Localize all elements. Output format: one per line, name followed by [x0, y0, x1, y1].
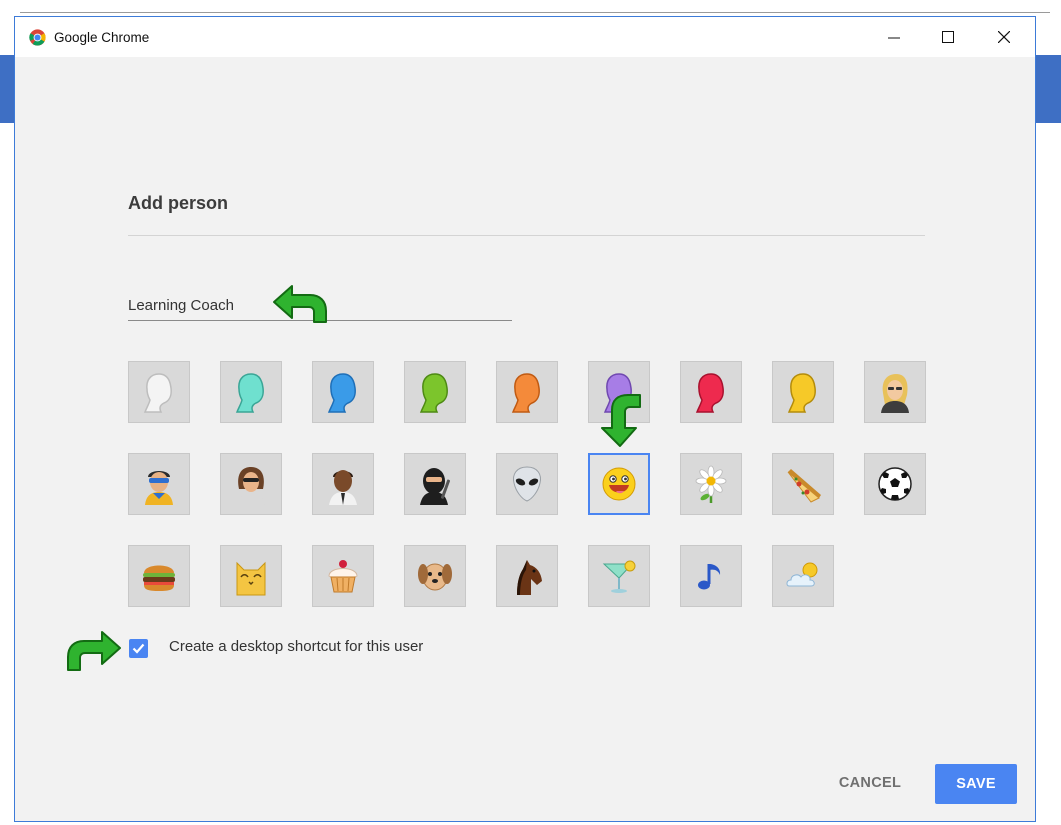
avatar-alien[interactable]: [496, 453, 558, 515]
avatar-generic-teal[interactable]: [220, 361, 282, 423]
title-bar: Google Chrome: [15, 17, 1035, 57]
person-silhouette-yellow-icon: [787, 373, 816, 413]
avatar-generic-blue[interactable]: [312, 361, 374, 423]
avatar-flower[interactable]: [680, 453, 742, 515]
avatar-sun-and-cloud[interactable]: [772, 545, 834, 607]
person-silhouette-orange-icon: [511, 373, 540, 413]
chrome-logo-icon: [29, 29, 46, 46]
avatar-burger[interactable]: [128, 545, 190, 607]
avatar-generic-yellow[interactable]: [772, 361, 834, 423]
cancel-button[interactable]: CANCEL: [825, 765, 915, 801]
avatar-smiley[interactable]: [588, 453, 650, 515]
green-arrow-smiley-annotation-icon: [601, 394, 641, 447]
background-app-strip-left: [0, 55, 14, 123]
ninja-icon: [420, 468, 451, 505]
dog-icon: [418, 563, 452, 591]
avatar-generic-red[interactable]: [680, 361, 742, 423]
horse-icon: [517, 560, 542, 595]
person-silhouette-white-icon: [143, 373, 172, 413]
music-note-icon: [698, 564, 721, 590]
sun-and-cloud-icon: [786, 562, 818, 587]
businessman-icon: [329, 470, 357, 505]
soccer-ball-icon: [878, 467, 912, 501]
avatar-horse[interactable]: [496, 545, 558, 607]
close-button[interactable]: [981, 21, 1027, 53]
cat-icon: [236, 561, 266, 596]
background-window-edge: [20, 12, 1050, 13]
smiley-face-icon: [602, 467, 636, 501]
avatar-cupcake[interactable]: [312, 545, 374, 607]
avatar-cat[interactable]: [220, 545, 282, 607]
avatar-pizza[interactable]: [772, 453, 834, 515]
green-arrow-checkbox-annotation-icon: [67, 631, 121, 671]
pizza-slice-icon: [787, 469, 821, 503]
avatar-generic-orange[interactable]: [496, 361, 558, 423]
businesswoman-icon: [881, 374, 909, 413]
avatar-ninja[interactable]: [404, 453, 466, 515]
save-button[interactable]: SAVE: [935, 764, 1017, 804]
superhero-icon: [145, 471, 173, 505]
person-silhouette-red-icon: [695, 373, 724, 413]
heading-divider: [128, 235, 925, 236]
daisy-flower-icon: [695, 465, 727, 503]
avatar-diva[interactable]: [220, 453, 282, 515]
cupcake-icon: [328, 560, 358, 593]
background-app-strip-right: [1036, 55, 1061, 123]
checkmark-icon: [132, 643, 145, 654]
maximize-icon: [942, 31, 954, 43]
avatar-superhero[interactable]: [128, 453, 190, 515]
person-silhouette-teal-icon: [235, 373, 264, 413]
avatar-dog[interactable]: [404, 545, 466, 607]
diva-icon: [237, 467, 265, 505]
desktop-shortcut-label: Create a desktop shortcut for this user: [169, 638, 424, 655]
green-arrow-name-annotation-icon: [273, 285, 327, 323]
minimize-icon: [888, 37, 900, 39]
avatar-music-note[interactable]: [680, 545, 742, 607]
desktop-shortcut-checkbox[interactable]: [129, 639, 148, 658]
cocktail-glass-icon: [602, 560, 636, 593]
minimize-button[interactable]: [871, 21, 917, 53]
burger-icon: [143, 565, 175, 591]
alien-icon: [513, 466, 541, 502]
avatar-businessman[interactable]: [312, 453, 374, 515]
avatar-soccer-ball[interactable]: [864, 453, 926, 515]
maximize-button[interactable]: [925, 21, 971, 53]
close-icon: [998, 31, 1010, 43]
dialog-heading: Add person: [128, 193, 229, 213]
person-silhouette-green-icon: [419, 373, 448, 413]
add-person-dialog: Google Chrome Add person Learning Coach …: [14, 16, 1036, 822]
avatar-generic-white[interactable]: [128, 361, 190, 423]
avatar-businesswoman[interactable]: [864, 361, 926, 423]
person-silhouette-blue-icon: [327, 373, 356, 413]
window-title: Google Chrome: [54, 30, 150, 45]
avatar-generic-green[interactable]: [404, 361, 466, 423]
avatar-margarita[interactable]: [588, 545, 650, 607]
